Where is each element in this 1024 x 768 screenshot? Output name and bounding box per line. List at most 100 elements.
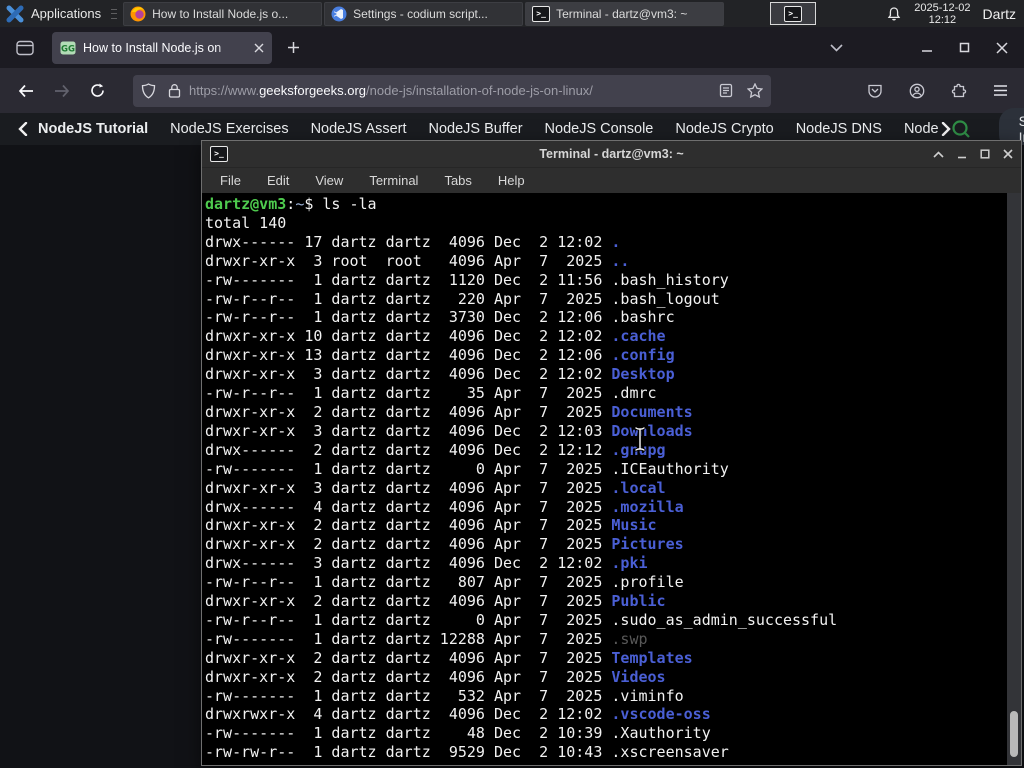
- terminal-line: drwxr-xr-x 10 dartz dartz 4096 Dec 2 12:…: [205, 327, 666, 346]
- menu-tabs[interactable]: Tabs: [444, 173, 471, 188]
- terminal-scrollbar-thumb[interactable]: [1010, 711, 1018, 757]
- nav-item-buffer[interactable]: NodeJS Buffer: [429, 121, 523, 137]
- terminal-line: drwxr-xr-x 3 dartz dartz 4096 Apr 7 2025…: [205, 478, 666, 497]
- nav-item-dns[interactable]: NodeJS DNS: [796, 121, 882, 137]
- firefox-icon: [130, 6, 146, 22]
- codium-icon: [331, 6, 347, 22]
- terminal-body[interactable]: dartz@vm3:~$ ls -la total 140 drwx------ 1…: [202, 193, 1021, 765]
- reader-mode-icon[interactable]: [719, 83, 733, 98]
- applications-icon: [6, 5, 24, 23]
- terminal-line: dartz@vm3:~$ ls -la: [205, 195, 377, 213]
- nav-item-console[interactable]: NodeJS Console: [545, 121, 654, 137]
- terminal-menubar: File Edit View Terminal Tabs Help: [202, 167, 1021, 193]
- url-path: /node-js/installation-of-node-js-on-linu…: [366, 83, 593, 98]
- tracking-shield-icon[interactable]: [141, 82, 156, 99]
- menu-view[interactable]: View: [315, 173, 343, 188]
- desktop-panel: Applications How to Install Node.js o...…: [0, 0, 1024, 27]
- terminal-window-title: Terminal - dartz@vm3: ~: [539, 147, 684, 161]
- url-domain: geeksforgeeks.org: [259, 83, 367, 98]
- terminal-line: drwxr-xr-x 13 dartz dartz 4096 Dec 2 12:…: [205, 346, 675, 365]
- terminal-close-icon[interactable]: [1003, 149, 1013, 159]
- forward-icon[interactable]: [48, 78, 76, 104]
- taskbar: How to Install Node.js o... Settings - c…: [123, 1, 725, 26]
- bookmark-star-icon[interactable]: [747, 83, 763, 98]
- terminal-maximize-icon[interactable]: [980, 149, 990, 159]
- taskbar-button-firefox[interactable]: How to Install Node.js o...: [123, 1, 323, 26]
- terminal-titlebar[interactable]: >_ Terminal - dartz@vm3: ~: [202, 141, 1021, 167]
- terminal-line: drwx------ 17 dartz dartz 4096 Dec 2 12:…: [205, 232, 621, 251]
- search-icon[interactable]: [951, 119, 971, 139]
- workspace-switcher[interactable]: >_: [770, 2, 817, 25]
- taskbar-button-codium[interactable]: Settings - codium script...: [324, 1, 524, 26]
- url-bar[interactable]: https://www.geeksforgeeks.org/node-js/in…: [133, 74, 771, 107]
- nav-item-exercises[interactable]: NodeJS Exercises: [170, 121, 288, 137]
- taskbar-button-label: Settings - codium script...: [353, 6, 488, 21]
- clock-date: 2025-12-02: [914, 1, 971, 14]
- menu-file[interactable]: File: [220, 173, 241, 188]
- terminal-output: dartz@vm3:~$ ls -la total 140 drwx------ 1…: [205, 195, 1004, 765]
- window-maximize-icon[interactable]: [959, 42, 970, 53]
- gfg-favicon: GG: [60, 40, 76, 56]
- firefox-view-icon[interactable]: [12, 36, 38, 60]
- terminal-line: -rw-r--r-- 1 dartz dartz 3730 Dec 2 12:0…: [205, 308, 675, 327]
- terminal-line: drwx------ 3 dartz dartz 4096 Dec 2 12:0…: [205, 554, 648, 573]
- applications-menu-button[interactable]: Applications: [0, 0, 109, 27]
- terminal-line: drwxr-xr-x 3 root root 4096 Apr 7 2025 .…: [205, 251, 630, 270]
- panel-separator-handle: [109, 6, 119, 22]
- new-tab-button[interactable]: [282, 36, 305, 59]
- nav-scroll-right-chevron-icon[interactable]: [941, 122, 951, 136]
- workspace-terminal-mini-icon: >_: [784, 5, 803, 22]
- nav-item-tutorial[interactable]: NodeJS Tutorial: [38, 121, 148, 137]
- svg-text:GG: GG: [61, 44, 75, 54]
- terminal-line: -rw-r--r-- 1 dartz dartz 35 Apr 7 2025 .…: [205, 384, 657, 403]
- account-icon[interactable]: [903, 77, 931, 105]
- reload-icon[interactable]: [84, 77, 111, 104]
- terminal-minimize-icon[interactable]: [957, 149, 967, 159]
- nav-item-crypto[interactable]: NodeJS Crypto: [675, 121, 773, 137]
- nav-scroll-left-chevron-icon[interactable]: [18, 122, 28, 136]
- terminal-scrollbar[interactable]: [1007, 193, 1021, 765]
- terminal-line: -rw-r--r-- 1 dartz dartz 807 Apr 7 2025 …: [205, 573, 684, 592]
- terminal-window: >_ Terminal - dartz@vm3: ~ File Edit Vie…: [201, 140, 1022, 766]
- tab-close-icon[interactable]: [254, 43, 264, 53]
- terminal-line: -rw------- 1 dartz dartz 1120 Dec 2 11:5…: [205, 270, 729, 289]
- applications-label: Applications: [31, 6, 102, 21]
- window-close-icon[interactable]: [996, 41, 1008, 54]
- lock-icon[interactable]: [168, 83, 181, 98]
- menu-edit[interactable]: Edit: [267, 173, 289, 188]
- terminal-line: drwxr-xr-x 3 dartz dartz 4096 Dec 2 12:0…: [205, 421, 693, 440]
- user-menu[interactable]: Dartz: [983, 6, 1016, 22]
- nav-item-truncated[interactable]: Node: [904, 121, 939, 137]
- window-minimize-icon[interactable]: [921, 42, 933, 54]
- terminal-line: total 140: [205, 213, 287, 232]
- tab-title-fade: [214, 31, 246, 64]
- taskbar-button-terminal[interactable]: >_ Terminal - dartz@vm3: ~: [525, 1, 725, 26]
- terminal-line: drwxr-xr-x 3 dartz dartz 4096 Dec 2 12:0…: [205, 365, 675, 384]
- browser-tab-bar: GG How to Install Node.js on: [0, 27, 1024, 68]
- back-icon[interactable]: [12, 78, 40, 104]
- terminal-line: -rw------- 1 dartz dartz 12288 Apr 7 202…: [205, 629, 648, 648]
- browser-tab[interactable]: GG How to Install Node.js on: [52, 31, 272, 64]
- panel-clock[interactable]: 2025-12-02 12:12: [914, 2, 970, 26]
- terminal-line: -rw-r--r-- 1 dartz dartz 0 Apr 7 2025 .s…: [205, 610, 838, 629]
- menu-hamburger-icon[interactable]: [987, 78, 1014, 103]
- terminal-line: drwx------ 4 dartz dartz 4096 Apr 7 2025…: [205, 497, 684, 516]
- terminal-line: -rw-r--r-- 1 dartz dartz 220 Apr 7 2025 …: [205, 289, 720, 308]
- terminal-line: -rw------- 1 dartz dartz 48 Dec 2 10:39 …: [205, 724, 711, 743]
- clock-time: 12:12: [928, 13, 957, 26]
- pocket-icon[interactable]: [861, 77, 889, 105]
- url-text: https://www.geeksforgeeks.org/node-js/in…: [189, 83, 719, 98]
- url-scheme: https://www.: [189, 83, 260, 98]
- terminal-line: drwxr-xr-x 2 dartz dartz 4096 Apr 7 2025…: [205, 592, 666, 611]
- terminal-shade-icon[interactable]: [933, 150, 944, 158]
- extensions-icon[interactable]: [945, 77, 973, 105]
- menu-help[interactable]: Help: [498, 173, 525, 188]
- terminal-line: drwxr-xr-x 2 dartz dartz 4096 Apr 7 2025…: [205, 648, 693, 667]
- browser-toolbar: https://www.geeksforgeeks.org/node-js/in…: [0, 68, 1024, 113]
- terminal-line: drwx------ 2 dartz dartz 4096 Dec 2 12:1…: [205, 440, 666, 459]
- menu-terminal[interactable]: Terminal: [369, 173, 418, 188]
- notification-bell-icon[interactable]: [886, 6, 902, 22]
- taskbar-button-label: How to Install Node.js o...: [152, 6, 289, 21]
- nav-item-assert[interactable]: NodeJS Assert: [311, 121, 407, 137]
- list-all-tabs-chevron-icon[interactable]: [830, 43, 843, 52]
